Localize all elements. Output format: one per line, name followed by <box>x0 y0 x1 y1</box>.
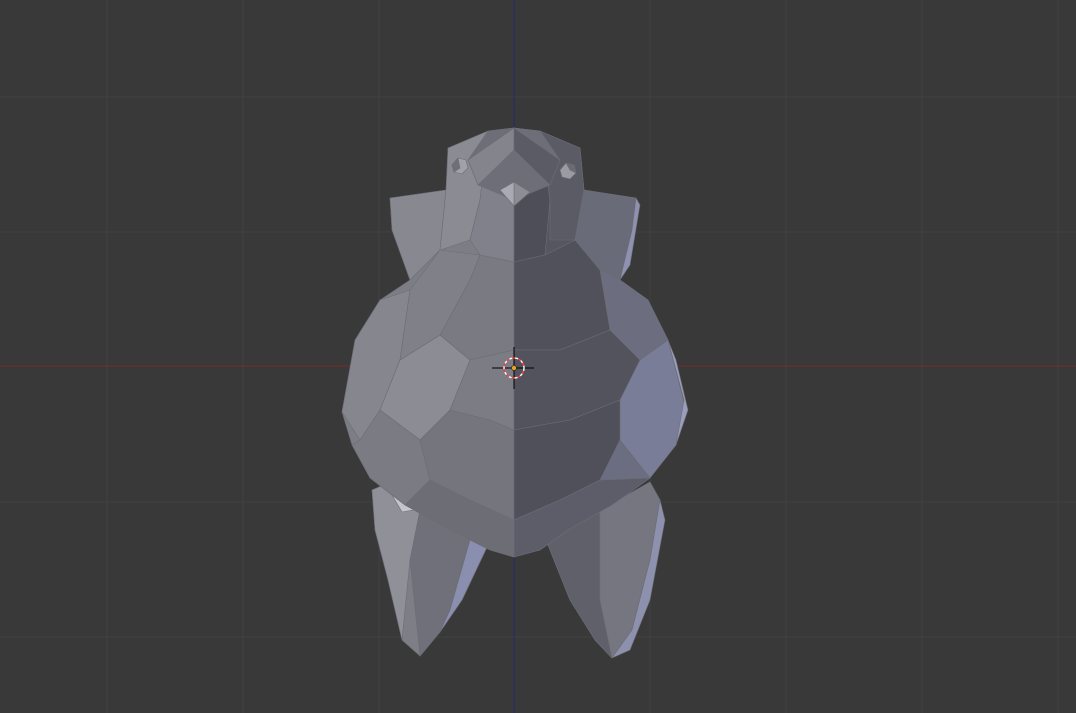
object-origin-dot <box>511 365 517 371</box>
3d-viewport[interactable] <box>0 0 1076 713</box>
low-poly-creature-mesh[interactable] <box>341 127 689 659</box>
viewport-canvas <box>0 0 1076 713</box>
